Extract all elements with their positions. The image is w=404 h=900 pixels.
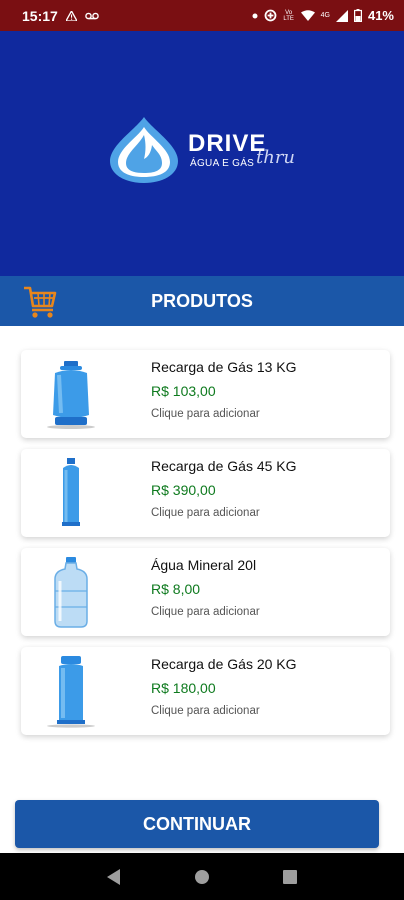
product-card[interactable]: Recarga de Gás 13 KG R$ 103,00 Clique pa… (21, 350, 390, 438)
product-name: Recarga de Gás 45 KG (151, 458, 297, 474)
add-hint: Clique para adicionar (151, 606, 260, 618)
status-bar: 15:17 Vo LTE 4G 41% (0, 0, 404, 31)
brand-logo: DRIVE thru ÁGUA E GÁS (106, 115, 326, 185)
home-icon[interactable] (190, 865, 214, 889)
product-card[interactable]: Água Mineral 20l R$ 8,00 Clique para adi… (21, 548, 390, 636)
brand-name: DRIVE (188, 130, 267, 157)
product-price: R$ 103,00 (151, 383, 216, 399)
data-saver-icon (264, 9, 277, 22)
product-name: Água Mineral 20l (151, 557, 257, 573)
signal-icon (335, 9, 348, 22)
product-list: Recarga de Gás 13 KG R$ 103,00 Clique pa… (21, 350, 390, 746)
product-price: R$ 8,00 (151, 581, 201, 597)
product-name: Recarga de Gás 20 KG (151, 656, 297, 672)
gas-cylinder-13kg-icon (33, 356, 109, 432)
dot-icon (252, 13, 258, 19)
wifi-icon (300, 10, 315, 21)
product-price: R$ 390,00 (151, 482, 216, 498)
battery-percent: 41% (367, 8, 394, 23)
volte-label: Vo LTE (283, 9, 294, 22)
gas-cylinder-20kg-icon (33, 653, 109, 729)
product-name: Recarga de Gás 13 KG (151, 359, 297, 375)
back-icon[interactable] (102, 865, 126, 889)
product-card[interactable]: Recarga de Gás 45 KG R$ 390,00 Clique pa… (21, 449, 390, 537)
gas-cylinder-45kg-icon (33, 455, 109, 531)
recents-icon[interactable] (278, 865, 302, 889)
alert-icon (65, 10, 77, 21)
brand-tagline: ÁGUA E GÁS (190, 158, 255, 169)
brand-script: thru (256, 147, 296, 168)
voicemail-icon (85, 12, 99, 20)
add-hint: Clique para adicionar (151, 507, 260, 519)
status-time: 15:17 (22, 7, 58, 24)
page-title: PRODUTOS (151, 290, 253, 311)
add-hint: Clique para adicionar (151, 705, 260, 717)
product-card[interactable]: Recarga de Gás 20 KG R$ 180,00 Clique pa… (21, 647, 390, 735)
flame-drop-icon (110, 117, 178, 183)
battery-icon (353, 9, 362, 22)
brand-banner: DRIVE thru ÁGUA E GÁS (0, 31, 404, 276)
add-hint: Clique para adicionar (151, 408, 260, 420)
continue-button[interactable]: CONTINUAR (15, 800, 379, 848)
product-price: R$ 180,00 (151, 680, 216, 696)
water-jug-icon (33, 554, 109, 630)
network-label: 4G (320, 12, 330, 19)
cart-icon[interactable] (22, 284, 58, 318)
android-nav-bar (0, 853, 404, 900)
products-header: PRODUTOS (0, 276, 404, 326)
